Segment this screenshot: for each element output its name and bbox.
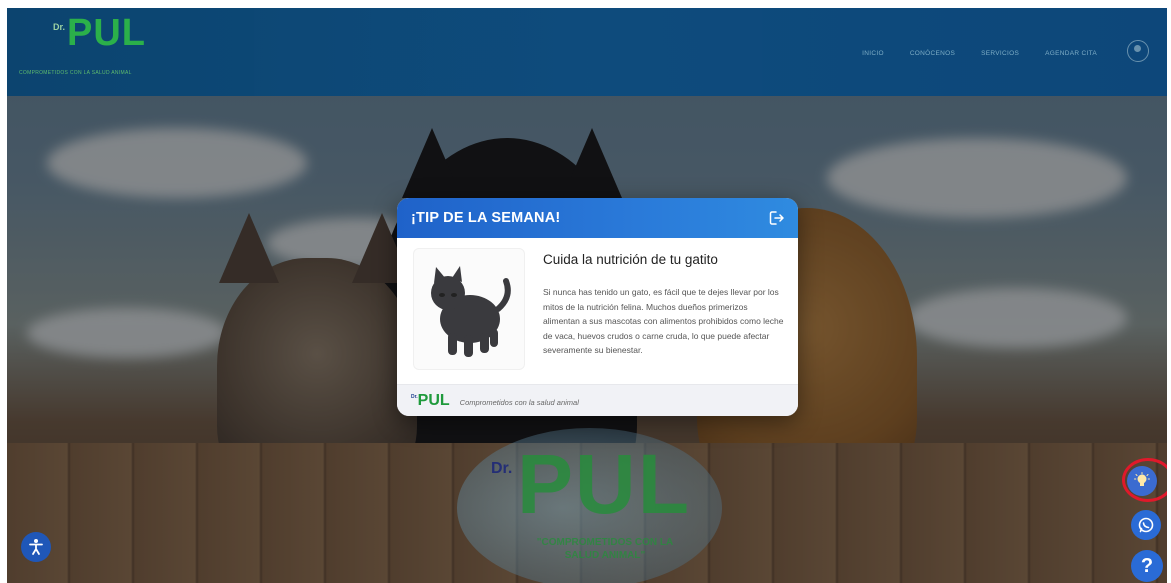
tip-heading: Cuida la nutrición de tu gatito [543,252,718,267]
nav-link-servicios[interactable]: SERVICIOS [981,50,1019,57]
help-label: ? [1140,554,1154,577]
background-logo-prefix: Dr. [491,460,513,477]
modal-footer: Dr. PUL Comprometidos con la salud anima… [397,384,798,416]
modal-title: ¡TIP DE LA SEMANA! [411,210,561,226]
nav-link-conocenos[interactable]: CONÓCENOS [910,50,955,57]
site-tagline: COMPROMETIDOS CON LA SALUD ANIMAL [19,70,132,76]
user-circle-icon[interactable] [1127,40,1149,62]
footer-slogan: Comprometidos con la salud animal [459,398,579,407]
site-viewport: Dr. PUL "COMPROMETIDOS CON LA SALUD ANIM… [7,8,1167,583]
footer-logo: Dr. PUL [411,392,450,410]
navbar: Dr. PUL COMPROMETIDOS CON LA SALUD ANIMA… [7,8,1167,96]
nav-link-inicio[interactable]: INICIO [862,50,884,57]
tip-paragraph: Si nunca has tenido un gato, es fácil qu… [543,287,784,356]
nav-link-agendar-cita[interactable]: AGENDAR CITA [1045,50,1097,57]
background-logo-text: PUL [517,437,691,531]
modal-body: Cuida la nutrición de tu gatito Si nunca… [397,238,798,384]
whatsapp-button[interactable] [1131,510,1161,540]
footer-logo-text: PUL [417,391,450,409]
logo-text: PUL [67,12,147,54]
footer-logo-prefix: Dr. [411,393,418,400]
logo-prefix: Dr. [53,22,66,32]
modal-header: ¡TIP DE LA SEMANA! [397,198,798,238]
nav-links: INICIO CONÓCENOS SERVICIOS AGENDAR CITA [862,50,1097,57]
accessibility-button[interactable] [21,532,51,562]
help-button[interactable]: ? [1131,550,1163,582]
accessibility-icon [29,539,43,555]
site-logo[interactable]: Dr. PUL [53,12,146,55]
whatsapp-icon [1138,517,1154,533]
modal-text: Cuida la nutrición de tu gatito Si nunca… [543,248,786,384]
lightbulb-icon [1134,472,1150,486]
tip-button[interactable] [1127,466,1157,496]
tip-modal: ¡TIP DE LA SEMANA! Cuida la nutrición de… [397,198,798,416]
logout-icon[interactable] [768,209,786,227]
black-cat-illustration [413,248,525,370]
background-logo-tagline: "COMPROMETIDOS CON LA SALUD ANIMAL" [536,537,674,561]
